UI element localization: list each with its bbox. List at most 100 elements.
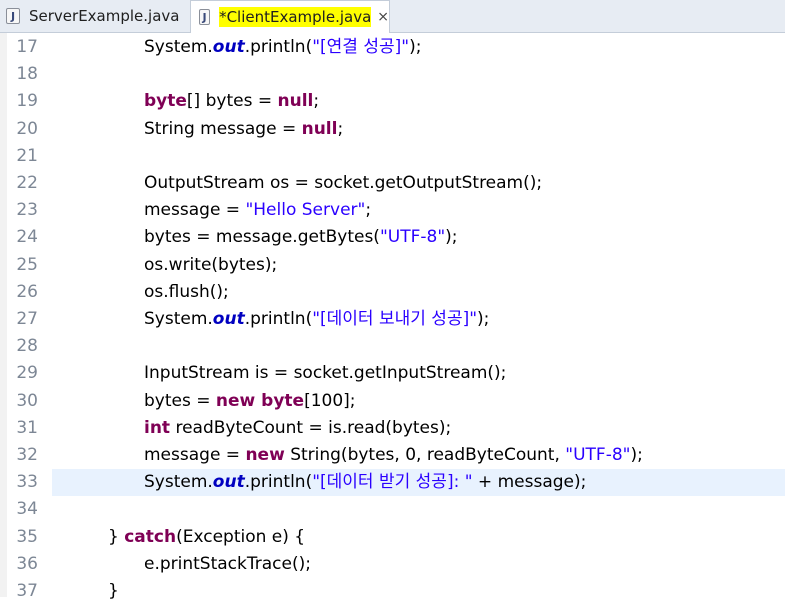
code-token: out — [212, 472, 245, 493]
tab-label: ServerExample.java — [29, 7, 180, 25]
code-token: null — [277, 91, 314, 112]
code-text: int readByteCount = is.read(bytes); — [144, 415, 451, 442]
code-token: } — [108, 526, 125, 547]
code-token: "Hello Server" — [245, 200, 366, 221]
code-text: bytes = message.getBytes("UTF-8"); — [144, 224, 458, 251]
code-token: bytes = message.getBytes( — [144, 227, 380, 248]
line-number: 35 — [16, 526, 38, 547]
code-token: ); — [477, 309, 490, 329]
code-text: os.flush(); — [144, 279, 229, 306]
code-token: catch — [124, 526, 177, 547]
line-number: 28 — [16, 336, 38, 357]
line-number: 19 — [16, 91, 38, 112]
code-text: os.write(bytes); — [144, 252, 277, 279]
code-token: new byte — [215, 390, 305, 411]
java-file-icon: J — [6, 8, 20, 24]
code-token: System. — [144, 472, 213, 493]
code-line[interactable] — [0, 61, 785, 88]
code-token: "[데이터 받기 성공]: " — [312, 472, 473, 493]
code-token: InputStream is = socket.getInputStream()… — [144, 363, 507, 384]
java-file-icon: J — [199, 9, 211, 25]
code-token: readByteCount = is.read(bytes); — [170, 417, 452, 438]
code-text: System.out.println("[데이터 보내기 성공]"); — [144, 306, 489, 333]
line-number: 34 — [16, 499, 38, 520]
line-number: 27 — [16, 309, 38, 329]
code-token: ; — [337, 118, 344, 139]
code-token: + message); — [472, 472, 587, 493]
code-token: ); — [445, 227, 458, 248]
tab-client-example[interactable]: J *ClientExample.java ⨯ — [190, 0, 390, 33]
code-token: .println( — [244, 472, 313, 493]
code-line[interactable] — [0, 197, 785, 224]
code-text: InputStream is = socket.getInputStream()… — [144, 360, 506, 387]
code-token: String(bytes, 0, readByteCount, — [284, 445, 566, 465]
code-token: .println( — [244, 37, 313, 57]
line-number: 20 — [16, 118, 38, 139]
code-text: message = "Hello Server"; — [144, 197, 371, 224]
code-token: e.printStackTrace(); — [144, 553, 311, 574]
code-token: [100]; — [304, 390, 356, 411]
code-token: os.flush(); — [144, 281, 229, 302]
line-number: 25 — [16, 254, 38, 275]
code-text: e.printStackTrace(); — [144, 551, 311, 578]
code-text: } catch(Exception e) { — [108, 524, 305, 551]
code-line[interactable] — [0, 252, 785, 279]
line-number: 30 — [16, 390, 38, 411]
code-token: message = — [144, 200, 246, 221]
line-number: 17 — [16, 37, 38, 57]
code-token: bytes = — [144, 390, 216, 411]
code-token: int — [144, 417, 171, 438]
code-token: (Exception e) { — [176, 526, 306, 547]
line-number: 22 — [16, 173, 38, 193]
code-token: ; — [365, 200, 372, 221]
line-number: 33 — [16, 472, 38, 493]
code-token: System. — [144, 309, 213, 329]
line-number: 26 — [16, 281, 38, 302]
close-icon[interactable]: ⨯ — [377, 9, 389, 25]
tab-label: *ClientExample.java — [219, 7, 372, 27]
tab-server-example[interactable]: J ServerExample.java — [0, 0, 190, 32]
code-token: "UTF-8" — [565, 445, 631, 465]
code-token: out — [212, 37, 245, 57]
line-number: 23 — [16, 200, 38, 221]
code-token: OutputStream os = socket.getOutputStream… — [144, 173, 543, 193]
editor-tab-bar: J ServerExample.java J *ClientExample.ja… — [0, 0, 785, 33]
code-line[interactable] — [0, 116, 785, 143]
code-token: .println( — [244, 309, 313, 329]
code-text: String message = null; — [144, 116, 343, 143]
code-token: os.write(bytes); — [144, 254, 278, 275]
line-number: 24 — [16, 227, 38, 248]
code-token: null — [301, 118, 338, 139]
code-token: new — [245, 445, 285, 465]
line-number: 18 — [16, 64, 38, 85]
code-text: } — [108, 578, 119, 605]
code-text: OutputStream os = socket.getOutputStream… — [144, 170, 542, 197]
code-token: ; — [313, 91, 320, 112]
line-number: 32 — [16, 445, 38, 465]
code-token: System. — [144, 37, 213, 57]
code-token: message = — [144, 445, 246, 465]
code-token: "[연결 성공]" — [312, 37, 410, 57]
code-token: byte — [144, 91, 187, 112]
code-token: out — [212, 309, 245, 329]
code-line[interactable] — [0, 496, 785, 523]
code-line[interactable] — [0, 333, 785, 360]
code-line[interactable] — [0, 88, 785, 115]
code-token: ); — [409, 37, 422, 57]
code-text: bytes = new byte[100]; — [144, 388, 356, 415]
code-token: "[데이터 보내기 성공]" — [312, 309, 478, 329]
code-line[interactable] — [0, 388, 785, 415]
code-text: byte[] bytes = null; — [144, 88, 319, 115]
code-line[interactable] — [0, 279, 785, 306]
code-text: System.out.println("[데이터 받기 성공]: " + mes… — [144, 469, 586, 496]
line-number: 36 — [16, 553, 38, 574]
line-number: 21 — [16, 145, 38, 166]
code-token: ); — [630, 445, 643, 465]
line-number: 37 — [16, 581, 38, 601]
code-text: System.out.println("[연결 성공]"); — [144, 34, 421, 61]
code-line[interactable] — [0, 143, 785, 170]
code-token: "UTF-8" — [379, 227, 446, 248]
code-line[interactable] — [0, 551, 785, 578]
code-text: message = new String(bytes, 0, readByteC… — [144, 442, 643, 469]
code-token: } — [108, 581, 119, 601]
